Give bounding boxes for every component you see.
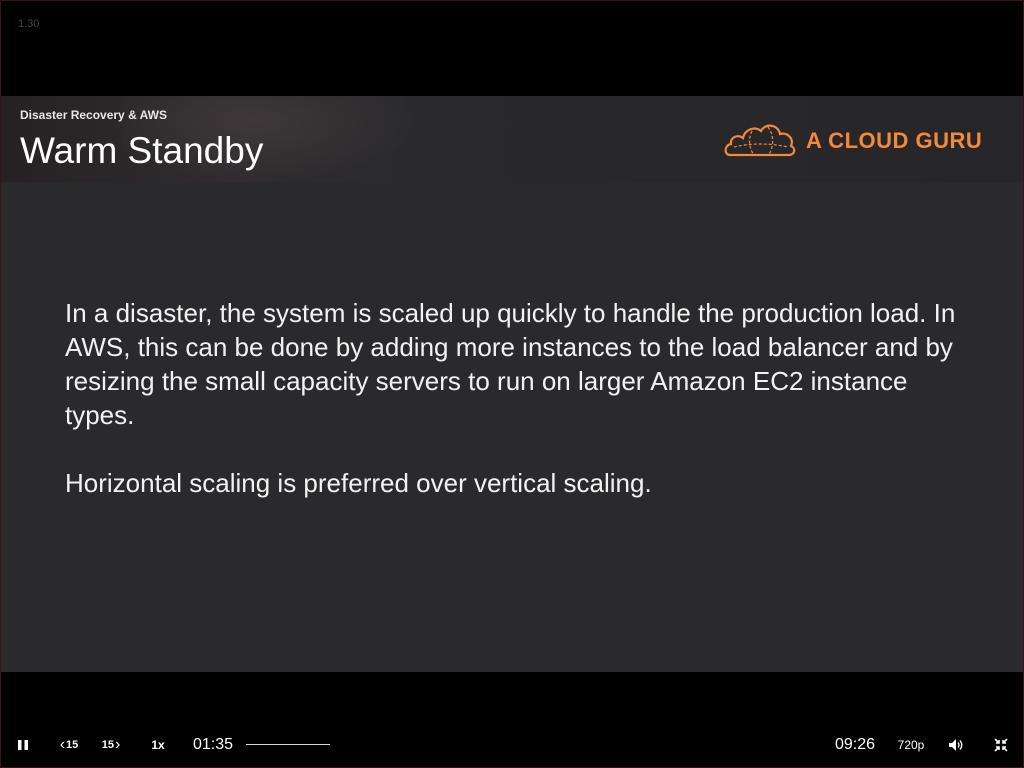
- pause-icon: [18, 740, 28, 750]
- volume-button[interactable]: [946, 736, 966, 754]
- cloud-logo-icon: [724, 124, 796, 157]
- duration: 09:26: [835, 736, 876, 753]
- slide-paragraph-2: Horizontal scaling is preferred over ver…: [65, 468, 652, 498]
- playback-speed-button[interactable]: 1x: [146, 736, 170, 754]
- brand-logo: A CLOUD GURU: [722, 116, 1002, 166]
- volume-icon: [949, 739, 963, 751]
- course-label: Disaster Recovery & AWS: [20, 108, 167, 122]
- logo-text: A CLOUD GURU: [806, 128, 983, 153]
- progress-bar[interactable]: [246, 744, 330, 745]
- slide-paragraph-1: In a disaster, the system is scaled up q…: [65, 298, 956, 430]
- version-label: 1.30: [18, 18, 40, 30]
- quality-button[interactable]: 720p: [894, 736, 928, 754]
- slide-title: Warm Standby: [20, 130, 264, 171]
- forward-15-button[interactable]: 15 ›: [98, 736, 124, 754]
- rewind-15-icon: ‹: [59, 736, 66, 753]
- rewind-15-button[interactable]: ‹ 15: [56, 736, 82, 754]
- exit-fullscreen-icon: [994, 738, 1008, 752]
- forward-15-label: 15: [101, 739, 114, 751]
- exit-fullscreen-button[interactable]: [992, 736, 1010, 754]
- pause-button[interactable]: [14, 736, 32, 754]
- forward-15-icon: ›: [114, 736, 121, 753]
- current-time: 01:35: [193, 736, 234, 753]
- rewind-15-label: 15: [66, 739, 79, 751]
